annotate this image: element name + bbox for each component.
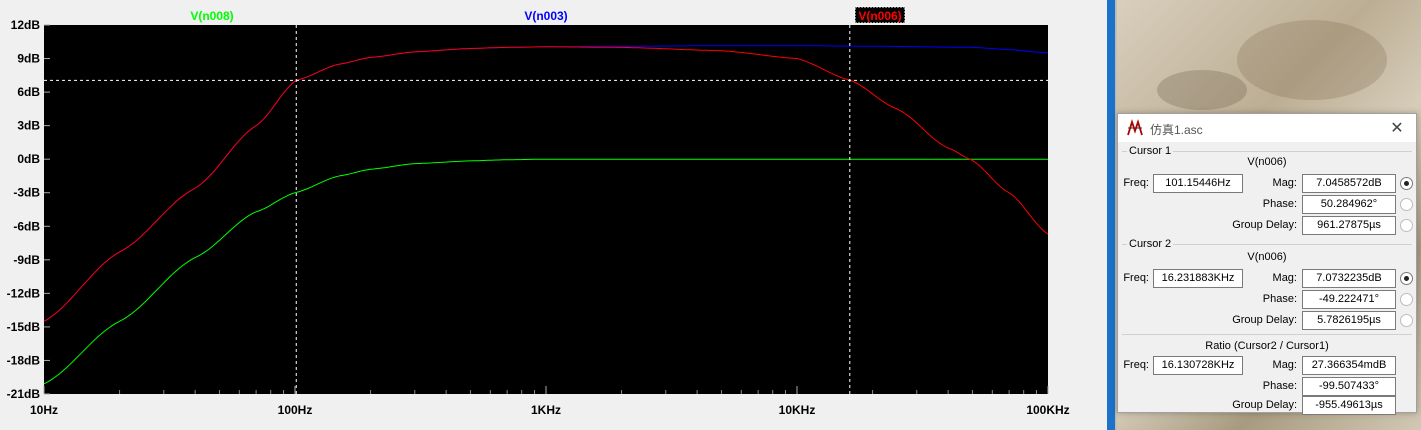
y-tick-label: -12dB [7,286,41,300]
y-tick-label: -6dB [13,219,40,233]
x-tick-label: 10KHz [779,403,816,417]
wallpaper-shape [1237,20,1387,100]
dialog-title: 仿真1.asc [1150,123,1203,137]
wallpaper-shape [1157,70,1247,110]
y-tick-label: 6dB [17,85,40,99]
cursor2-phase-field[interactable]: -49.222471° [1302,290,1396,309]
ratio-phase-field[interactable]: -99.507433° [1302,377,1396,396]
dialog-body: Cursor 1 V(n006) Freq: 101.15446Hz Mag: … [1118,142,1416,415]
cursor2-freq-field[interactable]: 16.231883KHz [1153,269,1243,288]
ratio-freq-field[interactable]: 16.130728KHz [1153,356,1243,375]
y-tick-label: -3dB [13,186,40,200]
cursor2-group: Cursor 2 V(n006) Freq: 16.231883KHz Mag:… [1122,238,1413,330]
cursor2-group-delay-field[interactable]: 5.7826195µs [1302,311,1396,330]
ratio-group: Ratio (Cursor2 / Cursor1) Freq: 16.13072… [1122,334,1412,415]
ratio-mag-field[interactable]: 27.366354mdB [1302,356,1396,375]
cursor1-group-delay-label: Group Delay: [1232,219,1297,231]
cursor2-group-delay-label: Group Delay: [1232,314,1297,326]
waveform-plot[interactable]: 12dB 9dB 6dB 3dB 0dB -3dB -6dB -9dB -12dB -15dB -1… [0,0,1116,430]
cursor1-mag-label: Mag: [1272,177,1297,189]
cursor1-freq-label: Freq: [1123,177,1149,189]
cursor1-node: V(n006) [1247,156,1287,168]
y-tick-label: -9dB [13,253,40,267]
ratio-group-delay-field[interactable]: -955.49613µs [1302,396,1396,415]
cursor2-mag-radio[interactable] [1400,272,1413,285]
trace-title: V(n003) [524,9,567,23]
trace-title: V(n008) [190,9,233,23]
cursor1-group: Cursor 1 V(n006) Freq: 101.15446Hz Mag: … [1122,145,1413,237]
close-icon[interactable]: ✕ [1388,118,1406,138]
cursor1-group-delay-radio[interactable] [1400,219,1413,232]
trace-title: V(n006) [858,9,901,23]
ltspice-icon [1127,119,1143,136]
x-tick-label: 10Hz [30,403,58,417]
y-tick-label: 12dB [11,18,41,32]
cursor1-phase-field[interactable]: 50.284962° [1302,195,1396,214]
cursor1-mag-radio[interactable] [1400,177,1413,190]
y-tick-label: -15dB [7,320,41,334]
x-tick-label: 100Hz [278,403,313,417]
x-tick-label: 100KHz [1026,403,1069,417]
plot-pane[interactable]: 12dB 9dB 6dB 3dB 0dB -3dB -6dB -9dB -12dB -15dB -1… [0,0,1116,430]
y-tick-label: 3dB [17,119,40,133]
ratio-group-delay-label: Group Delay: [1232,399,1297,411]
ratio-mag-label: Mag: [1272,359,1297,371]
cursor2-mag-field[interactable]: 7.0732235dB [1302,269,1396,288]
x-tick-label: 1KHz [531,403,561,417]
cursor2-group-delay-radio[interactable] [1400,314,1413,327]
vertical-scrollbar[interactable] [1107,0,1115,430]
ratio-label: Ratio (Cursor2 / Cursor1) [1205,340,1329,352]
y-tick-label: 0dB [17,152,40,166]
cursor2-phase-label: Phase: [1262,293,1297,305]
y-tick-label: -18dB [7,353,41,367]
cursor2-label: Cursor 2 [1127,238,1174,250]
cursor2-node: V(n006) [1247,251,1287,263]
cursor2-freq-label: Freq: [1123,272,1149,284]
y-tick-label: 9dB [17,52,40,66]
cursor1-phase-label: Phase: [1262,198,1297,210]
ratio-freq-label: Freq: [1123,359,1149,371]
cursor2-phase-radio[interactable] [1400,293,1413,306]
y-tick-label: -21dB [7,387,41,401]
cursor1-freq-field[interactable]: 101.15446Hz [1153,174,1243,193]
cursor1-mag-field[interactable]: 7.0458572dB [1302,174,1396,193]
cursor2-mag-label: Mag: [1272,272,1297,284]
cursor1-group-delay-field[interactable]: 961.27875µs [1302,216,1396,235]
dialog-title-bar[interactable]: 仿真1.asc ✕ [1118,114,1416,142]
cursor1-phase-radio[interactable] [1400,198,1413,211]
ratio-phase-label: Phase: [1262,380,1297,392]
cursor-dialog[interactable]: 仿真1.asc ✕ Cursor 1 V(n006) Freq: 101.154… [1117,113,1417,415]
